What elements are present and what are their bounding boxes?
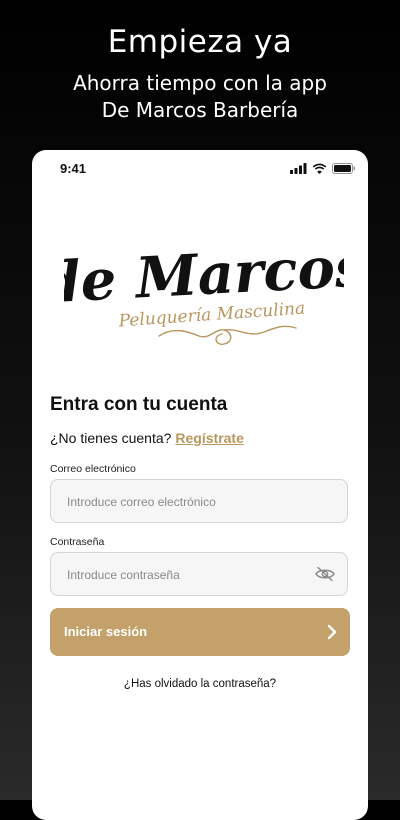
logo-flourish	[158, 325, 297, 345]
email-label: Correo electrónico	[50, 463, 136, 475]
eye-off-icon[interactable]	[315, 566, 335, 582]
no-account-text: ¿No tienes cuenta?	[50, 430, 172, 446]
battery-icon	[332, 163, 355, 174]
password-input[interactable]	[65, 553, 309, 597]
signup-prompt: ¿No tienes cuenta? Regístrate	[50, 430, 244, 446]
password-field[interactable]	[50, 552, 348, 597]
email-input[interactable]	[65, 480, 309, 524]
promo-title: Empieza ya	[107, 24, 293, 60]
promo-subtitle-line2: De Marcos Barbería	[101, 98, 299, 122]
signal-icon	[290, 163, 307, 174]
login-button[interactable]: Iniciar sesión	[50, 608, 350, 656]
status-icons	[290, 163, 356, 174]
wifi-icon	[312, 163, 327, 174]
email-field[interactable]	[50, 479, 348, 524]
status-time: 9:41	[60, 161, 87, 176]
phone-screen: 9:41 de Marcos Peluquería Masculina Entr…	[32, 150, 368, 820]
password-label: Contraseña	[50, 536, 105, 548]
chevron-right-icon	[327, 624, 337, 640]
promo-subtitle: Ahorra tiempo con la app De Marcos Barbe…	[0, 70, 400, 124]
signup-link[interactable]: Regístrate	[175, 430, 243, 446]
status-bar: 9:41	[32, 160, 368, 180]
promo-subtitle-line1: Ahorra tiempo con la app	[73, 71, 327, 95]
login-title: Entra con tu cuenta	[50, 394, 228, 415]
forgot-password-link[interactable]: ¿Has olvidado la contraseña?	[32, 678, 368, 690]
brand-logo: de Marcos Peluquería Masculina	[64, 234, 344, 345]
login-button-label: Iniciar sesión	[64, 624, 148, 639]
